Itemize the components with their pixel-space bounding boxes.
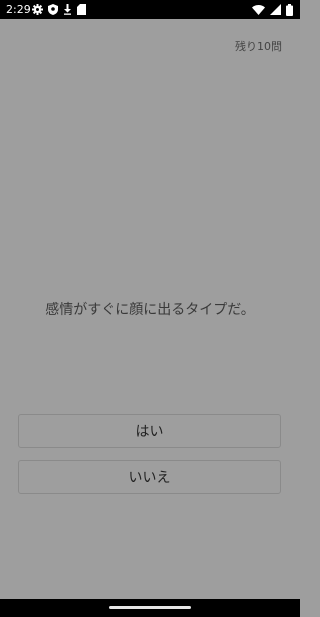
status-time: 2:29 [6,3,31,16]
no-button[interactable]: いいえ [18,460,281,494]
home-indicator[interactable] [109,606,191,609]
wifi-icon [252,4,265,15]
shield-icon [48,4,58,15]
quiz-screen: 残り10問 感情がすぐに顔に出るタイプだ。 はい いいえ [0,19,300,599]
status-bar: 2:29 [0,0,300,19]
status-notification-icons [32,3,86,16]
battery-icon [286,3,293,16]
gear-icon [32,4,43,15]
download-arrow-icon [63,4,72,15]
sd-card-icon [77,4,86,15]
question-text: 感情がすぐに顔に出るタイプだ。 [45,302,255,318]
cellular-signal-icon [270,4,281,15]
status-system-icons [252,3,293,16]
remaining-count: 残り10問 [235,40,282,53]
navigation-bar [0,599,300,617]
yes-button[interactable]: はい [18,414,281,448]
